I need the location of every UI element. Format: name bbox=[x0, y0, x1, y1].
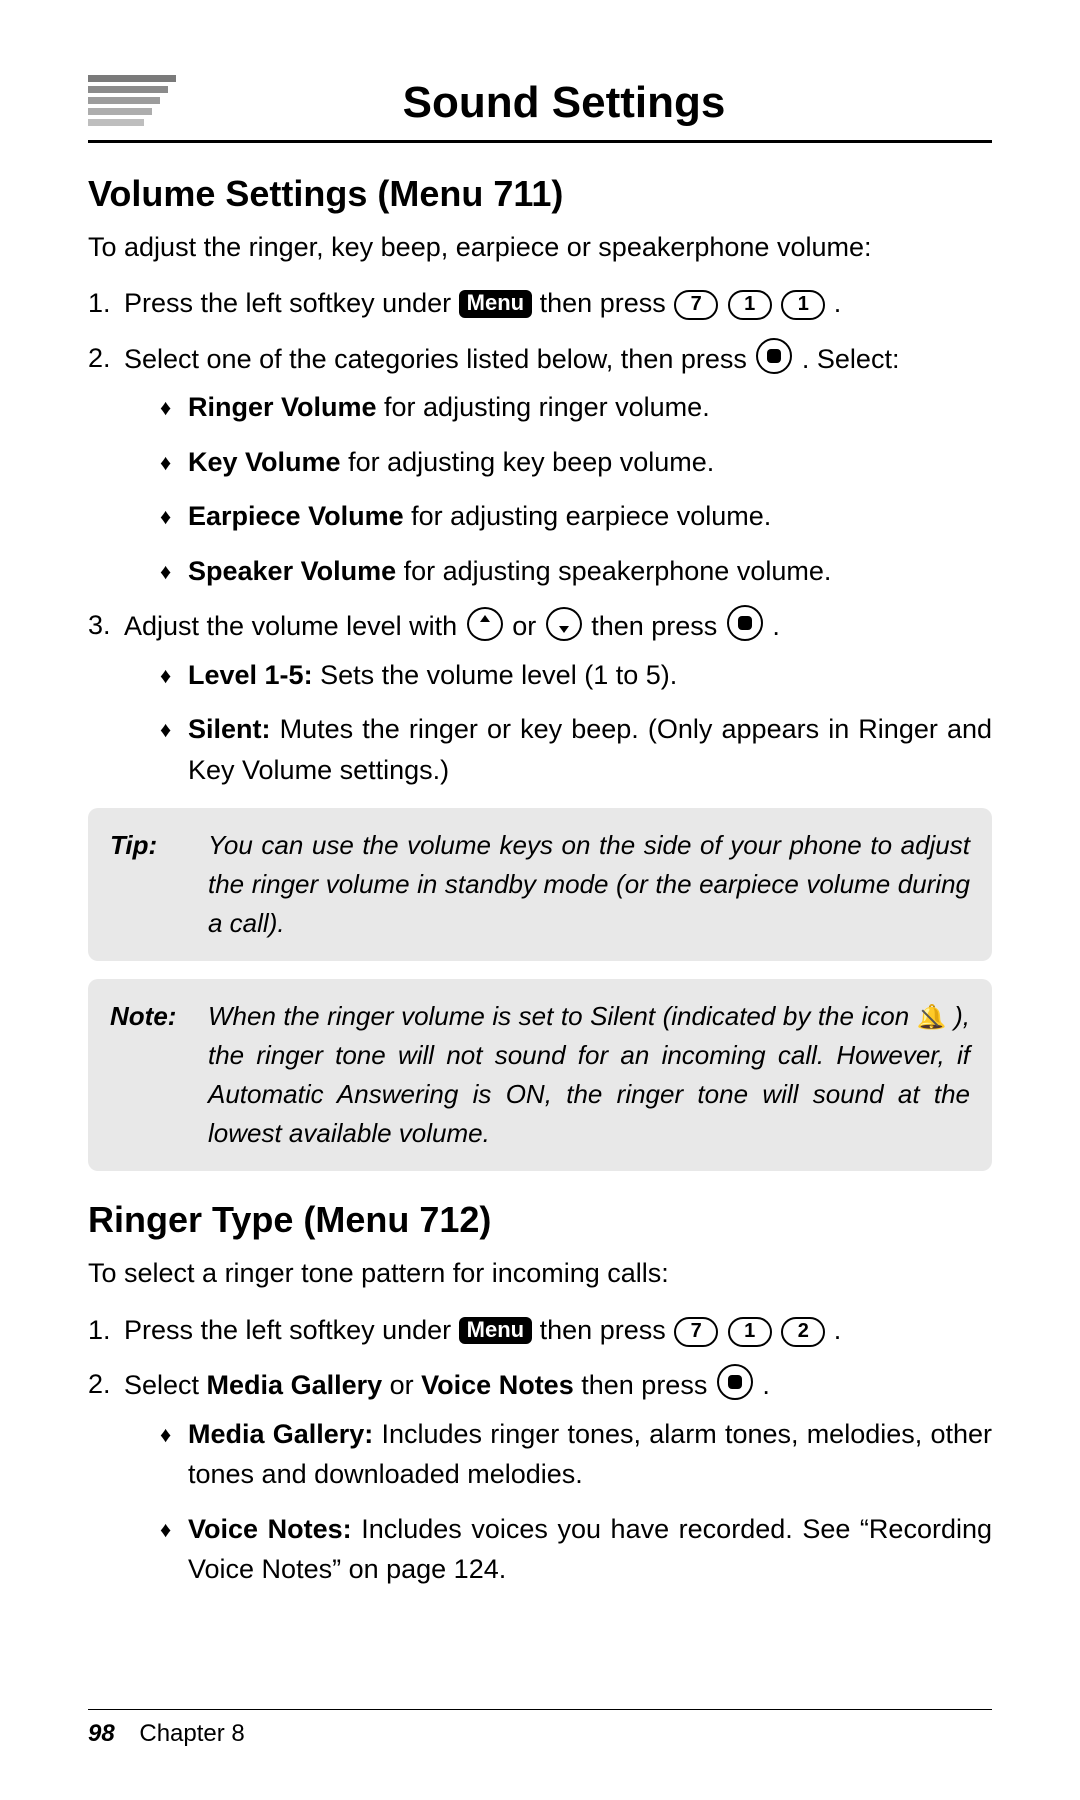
page-number: 98 bbox=[88, 1720, 115, 1747]
bullet-list: Ringer Volume for adjusting ringer volum… bbox=[124, 387, 992, 591]
bullet-term: Voice Notes: bbox=[188, 1514, 352, 1544]
bullet-item: Earpiece Volume for adjusting earpiece v… bbox=[124, 496, 992, 537]
bullet-term: Silent: bbox=[188, 714, 271, 744]
bullet-list: Level 1-5: Sets the volume level (1 to 5… bbox=[124, 655, 992, 791]
number-key-icon: 2 bbox=[781, 1317, 825, 1347]
bullet-item: Media Gallery: Includes ringer tones, al… bbox=[124, 1414, 992, 1495]
bullet-item: Speaker Volume for adjusting speakerphon… bbox=[124, 551, 992, 592]
header-decoration-bars-icon bbox=[88, 75, 176, 130]
step-text: . bbox=[834, 288, 842, 318]
tip-label: Tip: bbox=[110, 826, 180, 943]
tip-box: Tip: You can use the volume keys on the … bbox=[88, 808, 992, 961]
section-heading-ringer: Ringer Type (Menu 712) bbox=[88, 1199, 992, 1241]
manual-page: Sound Settings Volume Settings (Menu 711… bbox=[0, 0, 1080, 1800]
step-text: Select bbox=[124, 1370, 207, 1400]
note-label: Note: bbox=[110, 997, 180, 1153]
step-text: Press the left softkey under bbox=[124, 1315, 459, 1345]
bullet-desc: for adjusting ringer volume. bbox=[377, 392, 710, 422]
page-footer: 98 Chapter 8 bbox=[88, 1720, 245, 1748]
silent-bell-icon: 🔔 bbox=[917, 1006, 947, 1030]
center-key-icon bbox=[727, 605, 763, 641]
note-box: Note: When the ringer volume is set to S… bbox=[88, 979, 992, 1171]
step-text: . bbox=[834, 1315, 842, 1345]
bullet-term: Earpiece Volume bbox=[188, 501, 404, 531]
bullet-term: Speaker Volume bbox=[188, 556, 396, 586]
bullet-desc: for adjusting speakerphone volume. bbox=[396, 556, 831, 586]
step-text: or bbox=[390, 1370, 422, 1400]
note-body: When the ringer volume is set to Silent … bbox=[208, 997, 970, 1153]
number-key-icon: 7 bbox=[674, 1317, 718, 1347]
step-text: then press bbox=[540, 288, 674, 318]
bullet-item: Key Volume for adjusting key beep volume… bbox=[124, 442, 992, 483]
bullet-list: Media Gallery: Includes ringer tones, al… bbox=[124, 1414, 992, 1590]
step-item: Adjust the volume level with or then pre… bbox=[88, 605, 992, 790]
step-bold: Voice Notes bbox=[421, 1370, 574, 1400]
center-key-icon bbox=[717, 1364, 753, 1400]
bullet-item: Level 1-5: Sets the volume level (1 to 5… bbox=[124, 655, 992, 696]
bullet-desc: for adjusting earpiece volume. bbox=[404, 501, 772, 531]
bullet-item: Voice Notes: Includes voices you have re… bbox=[124, 1509, 992, 1590]
step-text: Select one of the categories listed belo… bbox=[124, 344, 754, 374]
step-text: then press bbox=[591, 611, 725, 641]
step-item: Select Media Gallery or Voice Notes then… bbox=[88, 1364, 992, 1590]
step-text: Adjust the volume level with bbox=[124, 611, 465, 641]
section-intro-ringer: To select a ringer tone pattern for inco… bbox=[88, 1255, 992, 1291]
step-text: Press the left softkey under bbox=[124, 288, 459, 318]
bullet-desc: Mutes the ringer or key beep. (Only appe… bbox=[188, 714, 992, 785]
number-key-icon: 1 bbox=[728, 1317, 772, 1347]
bullet-term: Media Gallery: bbox=[188, 1419, 373, 1449]
header-rule bbox=[88, 140, 992, 143]
bullet-term: Level 1-5: bbox=[188, 660, 313, 690]
number-key-icon: 7 bbox=[674, 290, 718, 320]
step-text: or bbox=[512, 611, 544, 641]
tip-body: You can use the volume keys on the side … bbox=[208, 826, 970, 943]
up-key-icon bbox=[467, 607, 503, 641]
step-item: Press the left softkey under Menu then p… bbox=[88, 283, 992, 324]
section-heading-volume: Volume Settings (Menu 711) bbox=[88, 173, 992, 215]
bullet-term: Ringer Volume bbox=[188, 392, 377, 422]
footer-rule bbox=[88, 1709, 992, 1710]
bullet-item: Silent: Mutes the ringer or key beep. (O… bbox=[124, 709, 992, 790]
step-item: Press the left softkey under Menu then p… bbox=[88, 1310, 992, 1351]
step-text: then press bbox=[540, 1315, 674, 1345]
bullet-item: Ringer Volume for adjusting ringer volum… bbox=[124, 387, 992, 428]
step-item: Select one of the categories listed belo… bbox=[88, 338, 992, 592]
footer-chapter: Chapter 8 bbox=[139, 1720, 244, 1747]
center-key-icon bbox=[756, 338, 792, 374]
steps-ringer: Press the left softkey under Menu then p… bbox=[88, 1310, 992, 1590]
step-text: . bbox=[772, 611, 780, 641]
menu-key-icon: Menu bbox=[459, 1317, 532, 1344]
bullet-desc: for adjusting key beep volume. bbox=[341, 447, 715, 477]
menu-key-icon: Menu bbox=[459, 290, 532, 317]
note-text: When the ringer volume is set to Silent … bbox=[208, 1001, 917, 1031]
down-key-icon bbox=[546, 607, 582, 641]
page-header: Sound Settings bbox=[88, 75, 992, 130]
chapter-title: Sound Settings bbox=[216, 78, 992, 128]
step-bold: Media Gallery bbox=[207, 1370, 383, 1400]
step-text: . Select: bbox=[802, 344, 900, 374]
steps-volume: Press the left softkey under Menu then p… bbox=[88, 283, 992, 790]
section-intro-volume: To adjust the ringer, key beep, earpiece… bbox=[88, 229, 992, 265]
number-key-icon: 1 bbox=[781, 290, 825, 320]
number-key-icon: 1 bbox=[728, 290, 772, 320]
step-text: then press bbox=[581, 1370, 715, 1400]
bullet-term: Key Volume bbox=[188, 447, 341, 477]
step-text: . bbox=[762, 1370, 770, 1400]
bullet-desc: Sets the volume level (1 to 5). bbox=[313, 660, 678, 690]
